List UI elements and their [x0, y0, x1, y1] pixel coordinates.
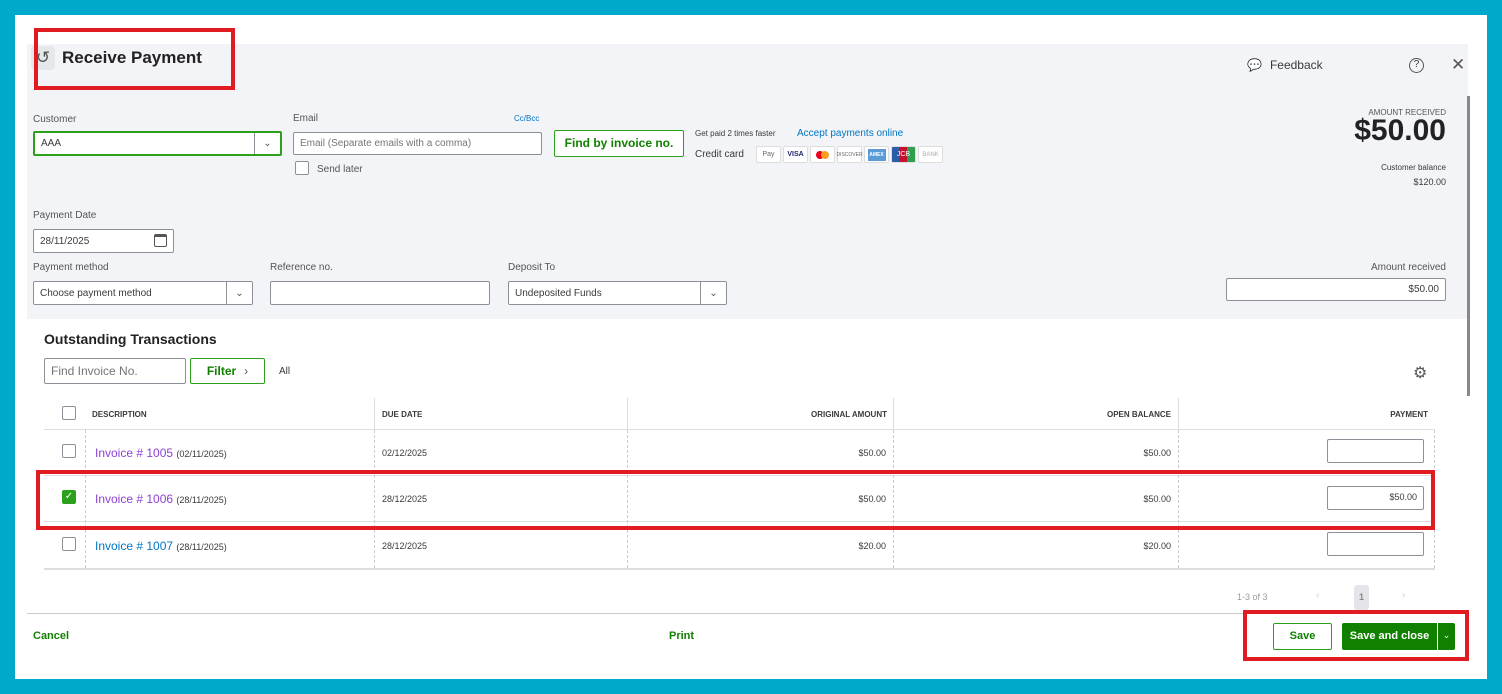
calendar-icon[interactable] [154, 234, 167, 247]
deposit-to-value: Undeposited Funds [515, 287, 602, 299]
print-button[interactable]: Print [669, 630, 694, 642]
customer-balance-value: $120.00 [1413, 177, 1446, 187]
amex-label: AMEX [867, 148, 886, 161]
open-balance: $20.00 [1143, 541, 1171, 551]
payment-input[interactable] [1327, 439, 1424, 463]
card-logos: Pay VISA DISCOVER AMEX JCB BANK [756, 146, 945, 163]
filter-value: All [279, 366, 291, 377]
amount-received-input[interactable]: $50.00 [1226, 278, 1446, 301]
original-amount: $50.00 [858, 448, 886, 458]
customer-value: AAA [41, 138, 62, 149]
credit-card-label: Credit card [695, 149, 744, 160]
row-checkbox-checked[interactable]: ✓ [62, 490, 76, 504]
column-header-open-balance: OPEN BALANCE [1106, 410, 1171, 419]
filter-button[interactable]: Filter › [190, 358, 265, 384]
accept-payments-link[interactable]: Accept payments online [797, 128, 903, 139]
save-options-chevron-down-icon[interactable]: ⌄ [1438, 623, 1455, 650]
jcb-icon: JCB [891, 146, 916, 163]
bank-icon: BANK [918, 146, 943, 163]
amex-icon: AMEX [864, 146, 889, 163]
amount-received-label: Amount received [1370, 262, 1446, 273]
invoice-link[interactable]: Invoice # 1005 (02/11/2025) [95, 446, 227, 460]
prev-page-icon[interactable]: ‹ [1316, 590, 1319, 601]
payment-input[interactable]: $50.00 [1327, 486, 1424, 510]
due-date: 02/12/2025 [382, 448, 428, 458]
payment-method-label: Payment method [33, 262, 109, 273]
open-balance: $50.00 [1143, 494, 1171, 504]
chevron-down-icon: ⌄ [700, 282, 726, 304]
chevron-right-icon: › [244, 364, 249, 378]
history-icon[interactable]: ↺ [31, 46, 55, 70]
reference-input[interactable] [270, 281, 490, 305]
customer-label: Customer [33, 114, 77, 125]
chevron-down-icon: ⌄ [254, 133, 280, 154]
cc-bcc-link[interactable]: Cc/Bcc [514, 114, 539, 123]
send-later-checkbox[interactable] [295, 161, 309, 175]
customer-balance-label: Customer balance [1381, 163, 1446, 172]
feedback-label: Feedback [1269, 58, 1323, 72]
help-icon[interactable]: ? [1409, 58, 1424, 73]
due-date: 28/12/2025 [382, 541, 428, 551]
column-header-payment: PAYMENT [1390, 410, 1428, 419]
outstanding-title: Outstanding Transactions [44, 331, 217, 347]
invoice-link[interactable]: Invoice # 1007 (28/11/2025) [95, 539, 227, 553]
reference-label: Reference no. [270, 262, 333, 273]
select-all-checkbox[interactable] [62, 406, 76, 420]
feedback-icon: 💬 [1247, 58, 1262, 72]
open-balance: $50.00 [1143, 448, 1171, 458]
invoice-link[interactable]: Invoice # 1006 (28/11/2025) [95, 492, 227, 506]
payment-method-value: Choose payment method [40, 287, 152, 299]
deposit-to-label: Deposit To [508, 262, 556, 273]
mastercard-icon [810, 146, 835, 163]
amount-received-total: $50.00 [1354, 114, 1446, 147]
apple-pay-icon: Pay [756, 146, 781, 163]
row-checkbox[interactable] [62, 537, 76, 551]
chevron-down-icon: ⌄ [226, 282, 252, 304]
original-amount: $50.00 [858, 494, 886, 504]
page-1-button[interactable]: 1 [1354, 585, 1369, 610]
cancel-button[interactable]: Cancel [33, 630, 69, 642]
column-header-due-date: DUE DATE [382, 410, 423, 419]
payment-method-select[interactable]: Choose payment method ⌄ [33, 281, 253, 305]
find-by-invoice-button[interactable]: Find by invoice no. [554, 130, 684, 157]
original-amount: $20.00 [858, 541, 886, 551]
save-and-close-button[interactable]: Save and close [1342, 623, 1437, 650]
filter-label: Filter [206, 364, 237, 378]
find-invoice-input[interactable] [44, 358, 186, 384]
payment-date-input[interactable]: 28/11/2025 [33, 229, 174, 253]
payment-date-label: Payment Date [33, 210, 97, 221]
column-header-description: DESCRIPTION [92, 410, 147, 419]
send-later-label: Send later [317, 164, 363, 175]
payment-date-value: 28/11/2025 [40, 235, 90, 247]
customer-select[interactable]: AAA ⌄ [33, 131, 282, 156]
email-input[interactable] [293, 132, 542, 155]
column-header-original-amount: ORIGINAL AMOUNT [811, 410, 887, 419]
page-title: Receive Payment [62, 48, 202, 67]
visa-icon: VISA [783, 146, 808, 163]
save-button[interactable]: Save [1273, 623, 1332, 650]
amount-received-value: $50.00 [1408, 284, 1439, 295]
feedback-button[interactable]: 💬 Feedback [1247, 58, 1323, 72]
payment-input[interactable] [1327, 532, 1424, 556]
scrollbar[interactable] [1467, 96, 1470, 396]
promo-text: Get paid 2 times faster [695, 129, 776, 138]
email-label: Email [293, 113, 319, 124]
next-page-icon[interactable]: › [1402, 590, 1405, 601]
close-icon[interactable]: ✕ [1451, 55, 1465, 75]
settings-gear-icon[interactable]: ⚙ [1413, 363, 1427, 383]
due-date: 28/12/2025 [382, 494, 428, 504]
row-checkbox[interactable] [62, 444, 76, 458]
pagination-range: 1-3 of 3 [1237, 592, 1268, 602]
discover-icon: DISCOVER [836, 146, 863, 163]
deposit-to-select[interactable]: Undeposited Funds ⌄ [508, 281, 727, 305]
